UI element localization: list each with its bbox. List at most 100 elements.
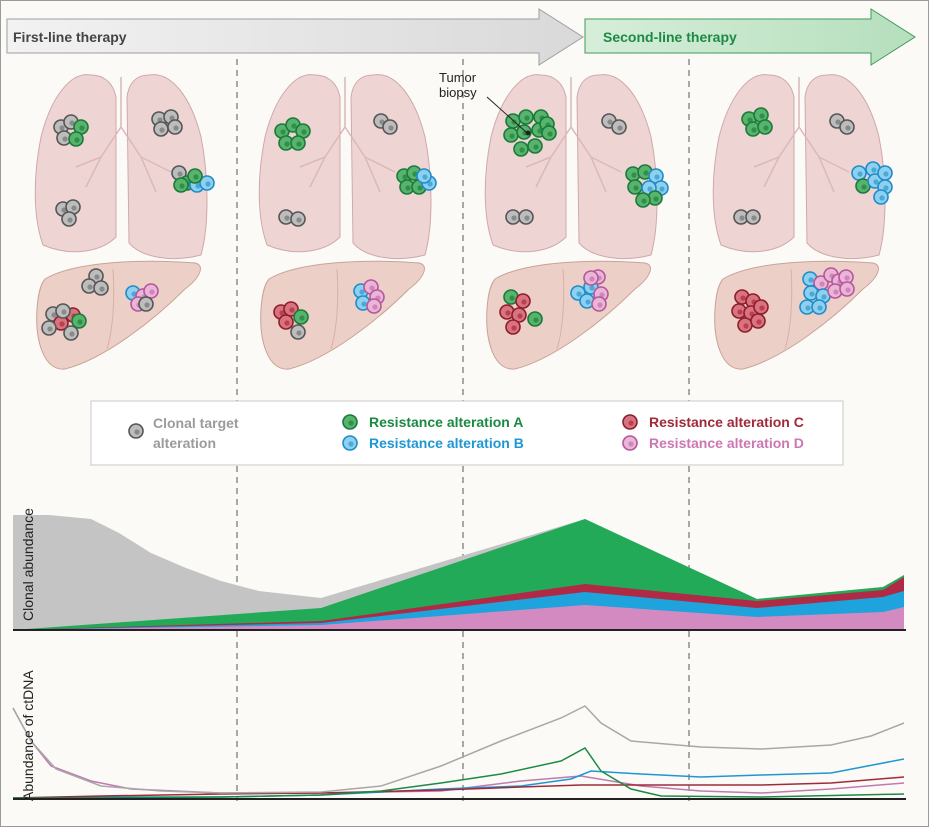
tumor-cell-nucleus	[79, 125, 85, 131]
tumor-cell-nucleus	[299, 315, 305, 321]
tumor-cell-nucleus	[301, 129, 307, 135]
tumor-cluster	[151, 109, 183, 137]
tumor-cell-nucleus	[524, 215, 530, 221]
second-line-label: Second-line therapy	[603, 29, 737, 45]
tumor-cell-nucleus	[87, 284, 93, 290]
tumor-cell-nucleus	[808, 277, 814, 283]
tumor-cell-nucleus	[61, 309, 67, 315]
tumor-cell-nucleus	[861, 184, 867, 190]
tumor-cell-nucleus	[654, 174, 660, 180]
ctdna-axis-title: Abundance of ctDNA	[20, 670, 36, 801]
legend-cell-nucleus	[628, 420, 634, 426]
tumor-cell-nucleus	[289, 307, 295, 313]
tumor-cell-nucleus	[547, 131, 553, 137]
second-line-arrow: Second-line therapy	[584, 8, 916, 66]
tumor-cell-nucleus	[521, 299, 527, 305]
legend: Clonal target alteration Resistance alte…	[90, 400, 844, 466]
tumor-cell-nucleus	[643, 170, 649, 176]
tumor-biopsy-point	[525, 130, 531, 136]
tumor-cell-nucleus	[296, 141, 302, 147]
tumor-cell-nucleus	[857, 171, 863, 177]
tumor-cell-nucleus	[372, 304, 378, 310]
clonal-abundance-chart: Clonal abundance	[13, 508, 906, 631]
tumor-cell-nucleus	[47, 326, 53, 332]
tumor-cell-nucleus	[94, 274, 100, 280]
tumor-cell-nucleus	[805, 305, 811, 311]
clonal-abundance-axis-title: Clonal abundance	[20, 508, 36, 621]
organ-panels	[34, 74, 893, 370]
tumor-cell-nucleus	[576, 291, 582, 297]
tumor-cell-nucleus	[524, 115, 530, 121]
tumor-cell-nucleus	[585, 299, 591, 305]
tumor-cell-nucleus	[509, 295, 515, 301]
tumor-cell-nucleus	[59, 321, 65, 327]
tumor-cell-nucleus	[597, 302, 603, 308]
tumor-cell-nucleus	[369, 285, 375, 291]
tumor-cell-nucleus	[873, 179, 879, 185]
legend-clonal-label-1: Clonal target	[153, 415, 239, 431]
tumor-cell-nucleus	[144, 302, 150, 308]
tumor-cell-nucleus	[205, 181, 211, 187]
tumor-cell-nucleus	[359, 289, 365, 295]
tumor-cell-nucleus	[817, 305, 823, 311]
tumor-cell-nucleus	[759, 113, 765, 119]
figure-canvas: First-line therapy Second-line therapy T…	[6, 8, 916, 801]
tumor-cell-nucleus	[756, 319, 762, 325]
tumor-cell-nucleus	[533, 144, 539, 150]
tumor-cell-nucleus	[737, 309, 743, 315]
tumor-cell-nucleus	[511, 215, 517, 221]
tumor-cell-nucleus	[739, 215, 745, 221]
tumor-cell-nucleus	[99, 286, 105, 292]
tumor-cell-nucleus	[751, 215, 757, 221]
tumor-cell-nucleus	[653, 196, 659, 202]
tumor-cell-nucleus	[280, 129, 286, 135]
tumor-cell-nucleus	[284, 141, 290, 147]
tumor-cell-nucleus	[71, 205, 77, 211]
tumor-cell-nucleus	[173, 125, 179, 131]
tumor-cell-nucleus	[589, 285, 595, 291]
right-lung	[126, 74, 208, 260]
tumor-cell-nucleus	[69, 331, 75, 337]
legend-cell-nucleus	[134, 429, 140, 435]
tumor-cell-nucleus	[284, 320, 290, 326]
tumor-cell-nucleus	[845, 287, 851, 293]
tumor-cell-nucleus	[77, 319, 83, 325]
tumor-cell-nucleus	[631, 172, 637, 178]
timepoint-2	[258, 74, 437, 370]
tumor-cell-nucleus	[743, 323, 749, 329]
tumor-cell-nucleus	[883, 185, 889, 191]
legend-box	[90, 400, 844, 466]
tumor-cell-nucleus	[844, 275, 850, 281]
tumor-cell-nucleus	[405, 185, 411, 191]
tumor-cell-nucleus	[819, 281, 825, 287]
left-lung	[484, 74, 567, 253]
tumor-cell-nucleus	[417, 185, 423, 191]
tumor-cell-nucleus	[177, 171, 183, 177]
tumor-cell-nucleus	[659, 186, 665, 192]
tumor-cell-nucleus	[821, 294, 827, 300]
tumor-cell-nucleus	[751, 127, 757, 133]
tumor-cell-nucleus	[633, 185, 639, 191]
tumor-cell-nucleus	[361, 301, 367, 307]
tumor-cell-nucleus	[179, 183, 185, 189]
timepoint-4	[712, 74, 893, 370]
tumor-cell-nucleus	[759, 305, 765, 311]
tumor-cell-nucleus	[517, 313, 523, 319]
tumor-cluster	[171, 165, 215, 193]
legend-clonal-label-2: alteration	[153, 435, 216, 451]
timepoint-1	[34, 74, 215, 370]
left-lung	[34, 74, 117, 253]
tumor-cell-nucleus	[67, 217, 73, 223]
tumor-cell-nucleus	[388, 125, 394, 131]
right-lung	[350, 74, 432, 260]
tumor-cell-nucleus	[533, 317, 539, 323]
tumor-cell-nucleus	[871, 167, 877, 173]
ctdna-chart: Abundance of ctDNA	[12, 670, 906, 801]
tumor-cell-nucleus	[296, 217, 302, 223]
legend-cell-nucleus	[348, 441, 354, 447]
tumor-cell-nucleus	[845, 125, 851, 131]
tumor-cell-nucleus	[641, 198, 647, 204]
tumor-cell-nucleus	[879, 195, 885, 201]
tumor-cell-nucleus	[740, 295, 746, 301]
tumor-cluster	[733, 209, 761, 225]
